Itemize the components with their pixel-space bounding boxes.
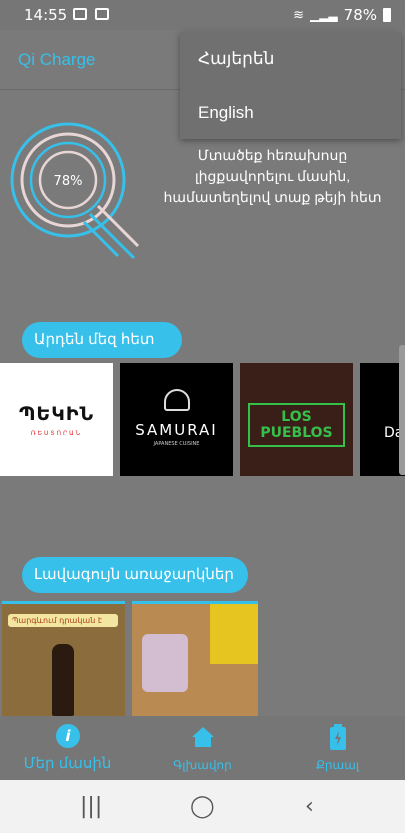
offer-badge: Պարգևում դրական է <box>8 614 118 627</box>
recent-apps-icon[interactable]: ||| <box>80 794 102 819</box>
person-image <box>210 604 258 664</box>
home-button-icon[interactable]: ◯ <box>190 794 215 819</box>
cast-icon <box>95 8 109 20</box>
system-nav-bar: ||| ◯ ‹ <box>0 780 405 833</box>
bottom-nav: i Մեր մասին Գլխավոր Քրաալ <box>0 716 405 780</box>
offer-card[interactable] <box>132 601 258 716</box>
status-time: 14:55 <box>24 6 68 24</box>
status-bar: 14:55 ≋ ▁▂▃ 78% <box>0 0 405 30</box>
bottle-image <box>52 644 74 716</box>
app-title: Qi Charge <box>18 50 96 69</box>
samurai-helmet-icon <box>164 389 190 411</box>
partner-sub: ՌԵՍՏՈՐԱՆ <box>30 430 83 437</box>
nav-home-label: Գլխավոր <box>173 758 232 772</box>
partner-sub: JAPANESE CUISINE <box>153 441 200 447</box>
nav-about-label: Մեր մասին <box>23 755 112 772</box>
partner-name: SAMURAI <box>135 421 218 439</box>
nav-about[interactable]: i Մեր մասին <box>0 716 135 780</box>
language-menu: Հայերեն English <box>180 32 401 139</box>
partners-carousel[interactable]: ՊԵԿԻՆ ՌԵՍՏՈՐԱՆ SAMURAI JAPANESE CUISINE … <box>0 363 405 476</box>
battery-icon <box>383 8 391 22</box>
home-icon <box>192 727 214 747</box>
partner-card-samurai[interactable]: SAMURAI JAPANESE CUISINE <box>120 363 233 476</box>
nav-battery[interactable]: Քրաալ <box>270 716 405 780</box>
wifi-icon: ≋ <box>293 7 304 23</box>
partner-name: ՊԵԿԻՆ <box>18 403 95 425</box>
tagline: Մտածեք հեռախոսը լիցքավորելու մասին, համա… <box>163 147 382 205</box>
gallery-icon <box>73 8 87 20</box>
language-option-armenian[interactable]: Հայերեն <box>198 49 274 69</box>
edge-panel-handle[interactable] <box>399 345 405 475</box>
battery-percent: 78% <box>343 6 377 24</box>
drink-image <box>142 634 188 692</box>
info-icon: i <box>56 724 80 748</box>
offer-card[interactable]: Պարգևում դրական է <box>2 601 125 716</box>
status-right: ≋ ▁▂▃ 78% <box>293 6 391 24</box>
partner-card-los-pueblos[interactable]: LOS PUEBLOS <box>240 363 353 476</box>
partners-heading: Արդեն մեզ հետ են <box>22 322 182 384</box>
logo-percent: 78% <box>54 174 83 189</box>
partner-name: LOS PUEBLOS <box>248 403 345 447</box>
signal-icon: ▁▂▃ <box>309 8 338 22</box>
notification-icons <box>73 8 109 20</box>
offers-heading: Լավագույն առաջարկներ <box>22 557 248 593</box>
nav-home[interactable]: Գլխավոր <box>135 716 270 780</box>
language-option-english[interactable]: English <box>198 103 254 123</box>
battery-charge-icon <box>330 724 346 750</box>
nav-battery-label: Քրաալ <box>315 758 360 772</box>
qi-charge-logo: 78% <box>8 118 142 264</box>
back-icon[interactable]: ‹ <box>305 794 314 819</box>
partner-card-pekin[interactable]: ՊԵԿԻՆ ՌԵՍՏՈՐԱՆ <box>0 363 113 476</box>
